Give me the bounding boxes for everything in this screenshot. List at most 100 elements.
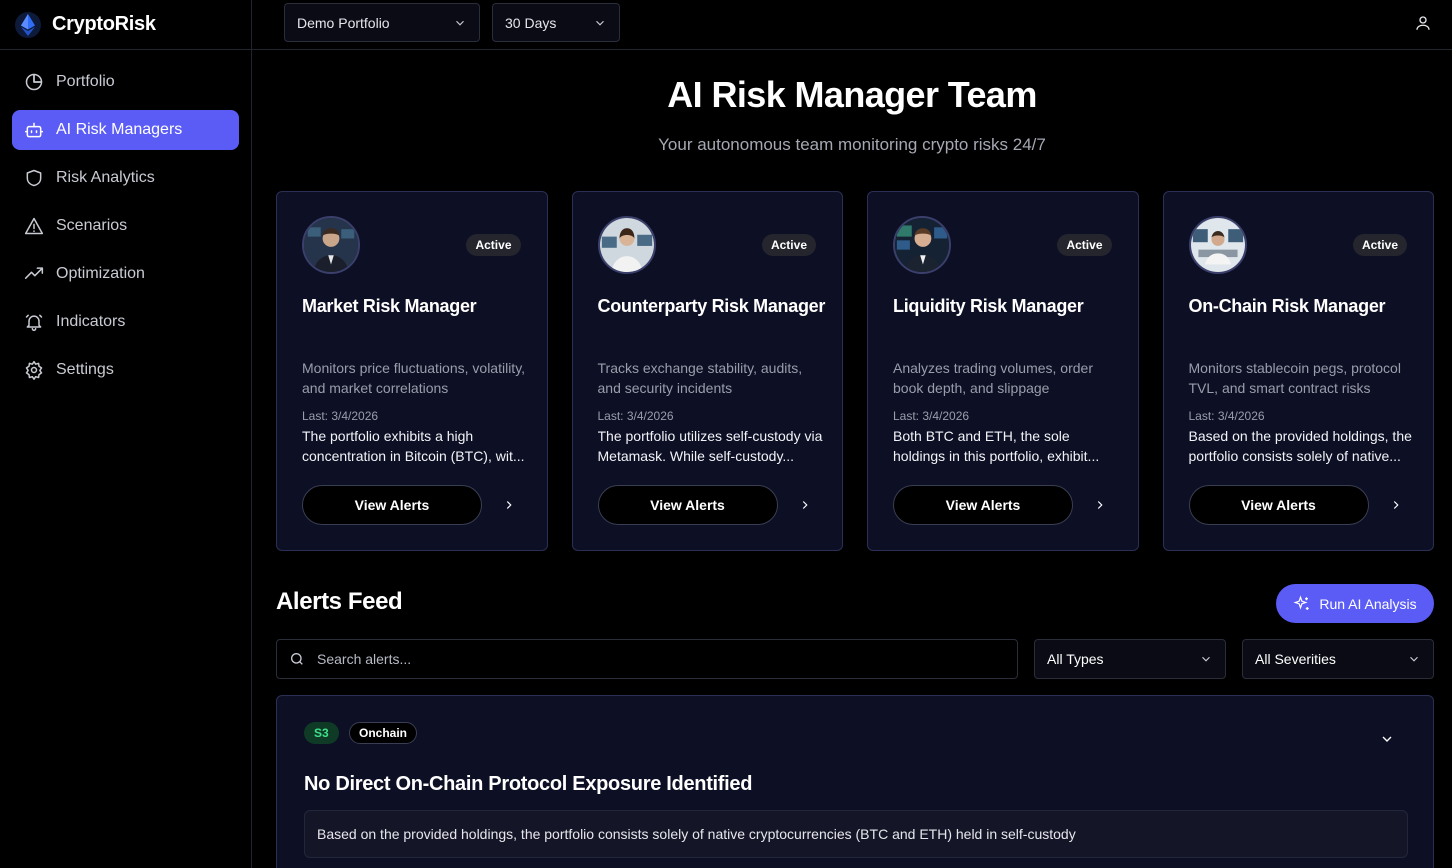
avatar <box>1188 216 1247 274</box>
card-last-run: Last: 3/4/2026 <box>597 409 674 423</box>
search-bar <box>276 639 1018 679</box>
card-title: Counterparty Risk Manager <box>597 296 826 316</box>
sidebar-item-label: Optimization <box>56 265 145 282</box>
sidebar: CryptoRisk Portfolio AI Risk Managers Ri… <box>0 0 252 868</box>
sidebar-nav: Portfolio AI Risk Managers Risk Analytic… <box>0 50 251 410</box>
chevron-right-icon <box>1393 501 1399 509</box>
sidebar-item-label: Risk Analytics <box>56 169 155 186</box>
card-last-run: Last: 3/4/2026 <box>1188 409 1265 423</box>
manager-cards: Active Market Risk Manager Monitors pric… <box>276 191 1434 551</box>
main-content: AI Risk Manager Team Your autonomous tea… <box>252 51 1452 868</box>
card-title: On-Chain Risk Manager <box>1188 296 1386 316</box>
card-expand-button[interactable] <box>1090 495 1110 515</box>
user-menu-button[interactable] <box>1414 14 1432 32</box>
manager-card-counterparty: Active Counterparty Risk Manager Tracks … <box>571 191 843 551</box>
manager-card-market: Active Market Risk Manager Monitors pric… <box>276 191 548 551</box>
ethereum-logo-icon <box>14 11 42 39</box>
card-expand-button[interactable] <box>795 495 815 515</box>
chevron-down-icon <box>596 20 604 26</box>
brand[interactable]: CryptoRisk <box>0 0 251 50</box>
status-badge: Active <box>761 234 816 256</box>
avatar <box>597 216 656 274</box>
sidebar-item-risk-analytics[interactable]: Risk Analytics <box>12 158 239 198</box>
card-summary: The portfolio utilizes self-custody via … <box>597 428 823 464</box>
page-title: AI Risk Manager Team <box>667 74 1037 115</box>
bell-icon <box>24 312 44 332</box>
card-last-run: Last: 3/4/2026 <box>893 409 970 423</box>
period-select[interactable]: 30 Days <box>492 3 620 42</box>
card-title: Liquidity Risk Manager <box>893 296 1084 316</box>
run-ai-analysis-button[interactable]: Run AI Analysis <box>1276 584 1434 623</box>
type-filter-select[interactable]: All Types <box>1034 639 1226 679</box>
alert-triangle-icon <box>24 216 44 236</box>
card-last-run: Last: 3/4/2026 <box>302 409 379 423</box>
app-root: CryptoRisk Portfolio AI Risk Managers Ri… <box>0 0 1452 868</box>
sidebar-item-label: Settings <box>56 361 114 378</box>
brand-name: CryptoRisk <box>52 13 156 35</box>
avatar <box>893 216 951 274</box>
alert-type-badge: Onchain <box>349 722 418 744</box>
sidebar-item-settings[interactable]: Settings <box>12 350 239 390</box>
chevron-down-icon <box>1382 736 1392 742</box>
card-summary: Based on the provided holdings, the port… <box>1188 428 1412 464</box>
run-ai-analysis-label: Run AI Analysis <box>1319 595 1417 612</box>
type-filter-value: All Types <box>1047 651 1104 667</box>
chevron-right-icon <box>506 501 512 509</box>
status-badge: Active <box>1352 234 1407 256</box>
card-description: Tracks exchange stability, audits, and s… <box>597 360 803 396</box>
manager-card-liquidity: Active Liquidity Risk Manager Analyzes t… <box>867 191 1139 551</box>
page-subtitle: Your autonomous team monitoring crypto r… <box>658 135 1046 154</box>
card-description: Monitors stablecoin pegs, protocol TVL, … <box>1188 360 1401 396</box>
card-expand-button[interactable] <box>1386 495 1406 515</box>
avatar <box>302 216 360 274</box>
shield-icon <box>24 168 44 188</box>
status-badge: Active <box>1057 234 1112 256</box>
sidebar-item-indicators[interactable]: Indicators <box>12 302 239 342</box>
card-summary: The portfolio exhibits a high concentrat… <box>302 428 525 464</box>
sidebar-item-label: Scenarios <box>56 217 128 234</box>
alert-body: Based on the provided holdings, the port… <box>304 810 1408 858</box>
sidebar-item-scenarios[interactable]: Scenarios <box>12 206 239 246</box>
card-description: Analyzes trading volumes, order book dep… <box>893 360 1093 396</box>
severity-badge: S3 <box>304 722 339 744</box>
sidebar-item-label: Portfolio <box>56 73 115 90</box>
sidebar-item-label: Indicators <box>56 313 126 330</box>
portfolio-select-value: Demo Portfolio <box>297 14 390 31</box>
period-select-value: 30 Days <box>505 14 557 31</box>
portfolio-select[interactable]: Demo Portfolio <box>284 3 480 42</box>
view-alerts-button[interactable]: View Alerts <box>893 485 1073 525</box>
view-alerts-button[interactable]: View Alerts <box>597 485 778 525</box>
status-badge: Active <box>466 234 521 256</box>
alert-item[interactable]: S3 Onchain No Direct On-Chain Protocol E… <box>276 695 1434 868</box>
chevron-right-icon <box>1097 501 1103 509</box>
chevron-down-icon <box>1410 656 1418 662</box>
search-icon <box>291 653 303 665</box>
bot-icon <box>24 120 44 140</box>
chevron-right-icon <box>802 501 808 509</box>
gear-icon <box>24 360 44 380</box>
sidebar-item-ai-risk-managers[interactable]: AI Risk Managers <box>12 110 239 150</box>
chevron-down-icon <box>1202 656 1210 662</box>
sidebar-item-portfolio[interactable]: Portfolio <box>12 62 239 102</box>
sidebar-item-label: AI Risk Managers <box>56 121 183 138</box>
card-expand-button[interactable] <box>499 495 519 515</box>
user-icon <box>1416 16 1430 30</box>
alert-title: No Direct On-Chain Protocol Exposure Ide… <box>304 773 753 795</box>
alert-expand-button[interactable] <box>1379 731 1395 747</box>
alerts-feed-title: Alerts Feed <box>276 588 403 615</box>
card-description: Monitors price fluctuations, volatility,… <box>302 360 526 396</box>
search-input[interactable] <box>317 651 997 667</box>
sparkles-icon <box>1293 594 1310 610</box>
severity-filter-select[interactable]: All Severities <box>1242 639 1434 679</box>
severity-filter-value: All Severities <box>1255 651 1336 667</box>
sidebar-item-optimization[interactable]: Optimization <box>12 254 239 294</box>
card-title: Market Risk Manager <box>302 296 477 316</box>
manager-card-onchain: Active On-Chain Risk Manager Monitors st… <box>1162 191 1434 551</box>
trending-up-icon <box>24 264 44 284</box>
chevron-down-icon <box>456 20 464 26</box>
card-summary: Both BTC and ETH, the sole holdings in t… <box>893 428 1100 464</box>
view-alerts-button[interactable]: View Alerts <box>302 485 482 525</box>
topbar: Demo Portfolio 30 Days <box>252 0 1452 50</box>
view-alerts-button[interactable]: View Alerts <box>1188 485 1369 525</box>
pie-chart-icon <box>24 72 44 92</box>
